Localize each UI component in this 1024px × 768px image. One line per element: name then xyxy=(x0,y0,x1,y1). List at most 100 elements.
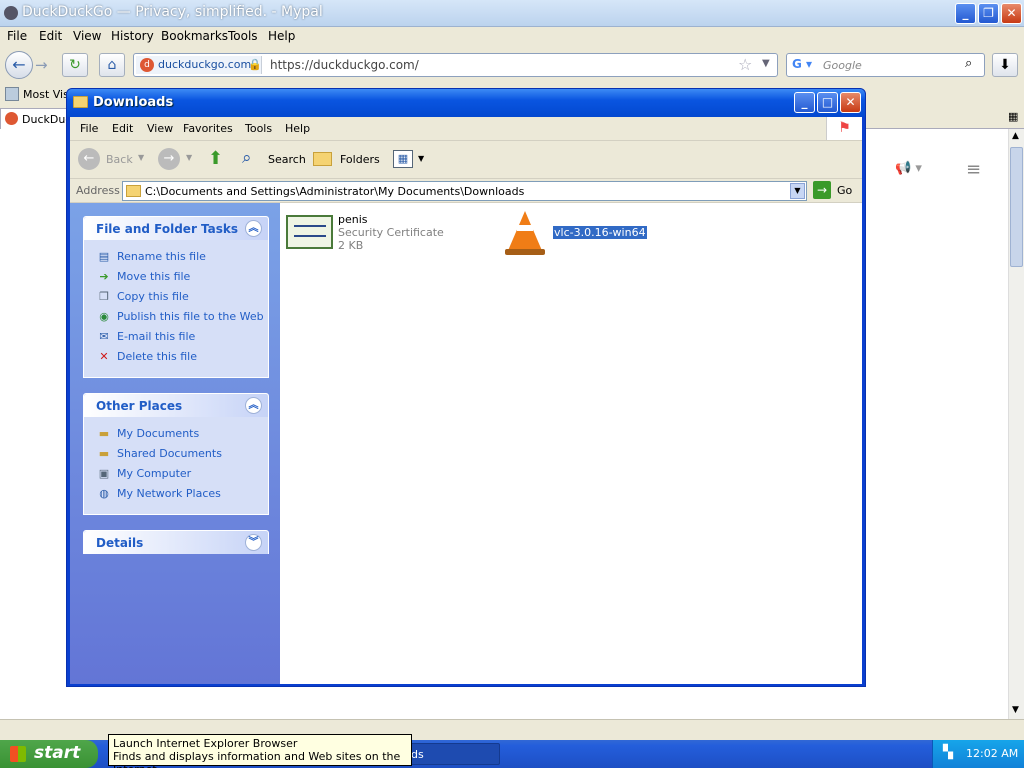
home-icon[interactable]: ⌂ xyxy=(99,53,125,77)
address-path[interactable]: C:\Documents and Settings\Administrator\… xyxy=(145,185,524,198)
tab-duckduckgo[interactable]: DuckDuck xyxy=(0,108,78,129)
tooltip-line1: Launch Internet Explorer Browser xyxy=(113,737,298,750)
lock-icon: 🔒 xyxy=(248,58,262,71)
back-arrow-icon[interactable]: ← xyxy=(5,51,33,79)
forward-arrow-icon[interactable]: → xyxy=(35,56,48,74)
menu-view[interactable]: View xyxy=(73,29,101,43)
url-text[interactable]: https://duckduckgo.com/ xyxy=(270,58,419,72)
browser-title-bar[interactable]: DuckDuckGo — Privacy, simplified. - Mypa… xyxy=(0,0,1024,27)
other-places-header[interactable]: Other Places ︽ xyxy=(84,394,268,417)
scroll-up-icon[interactable]: ▲ xyxy=(1012,131,1019,141)
menu-history[interactable]: History xyxy=(111,29,154,43)
address-dropdown-icon[interactable]: ▼ xyxy=(790,183,805,199)
menu-bookmarks[interactable]: Bookmarks xyxy=(161,29,228,43)
ex-menu-help[interactable]: Help xyxy=(285,122,310,135)
menu-edit[interactable]: Edit xyxy=(39,29,62,43)
megaphone-icon[interactable]: 📢 ▾ xyxy=(895,161,922,176)
network-globe-icon: ◍ xyxy=(99,487,109,500)
globe-icon: ◉ xyxy=(99,310,109,323)
close-button[interactable]: ✕ xyxy=(1001,3,1022,24)
move-icon: ➔ xyxy=(99,270,109,283)
up-folder-icon[interactable]: ⬆ xyxy=(208,148,223,169)
search-button[interactable]: ⌕ Search xyxy=(242,148,308,171)
menu-file[interactable]: File xyxy=(7,29,27,43)
task-pane: File and Folder Tasks ︽ ▤ Rename this fil… xyxy=(70,203,280,684)
explorer-maximize-button[interactable]: □ xyxy=(817,92,838,113)
expand-chevron-icon[interactable]: ︾ xyxy=(245,534,262,551)
place-network[interactable]: ◍ My Network Places xyxy=(96,487,266,505)
menu-help[interactable]: Help xyxy=(268,29,295,43)
scroll-down-icon[interactable]: ▼ xyxy=(1012,705,1019,715)
collapse-chevron-icon[interactable]: ︽ xyxy=(245,220,262,237)
task-delete[interactable]: ✕ Delete this file xyxy=(96,350,266,368)
most-visited-bookmark[interactable]: Most Visi xyxy=(23,88,72,101)
place-my-documents[interactable]: ▬ My Documents xyxy=(96,427,266,445)
task-email-label: E-mail this file xyxy=(117,330,196,343)
task-rename[interactable]: ▤ Rename this file xyxy=(96,250,266,268)
explorer-title-bar[interactable]: Downloads _ □ ✕ xyxy=(67,89,865,117)
search-bar[interactable]: G ▾ Google ⌕ xyxy=(786,53,985,77)
minimize-button[interactable]: _ xyxy=(955,3,976,24)
task-email[interactable]: ✉ E-mail this file xyxy=(96,330,266,348)
start-button[interactable]: start xyxy=(0,740,98,768)
address-field[interactable]: C:\Documents and Settings\Administrator\… xyxy=(122,181,807,201)
menu-tools[interactable]: Tools xyxy=(228,29,258,43)
start-label: start xyxy=(34,743,81,763)
ex-menu-favorites[interactable]: Favorites xyxy=(183,122,233,135)
download-icon[interactable]: ⬇ xyxy=(992,53,1018,77)
url-bar[interactable]: d duckduckgo.com 🔒 https://duckduckgo.co… xyxy=(133,53,778,77)
task-copy-label: Copy this file xyxy=(117,290,189,303)
folders-button[interactable]: Folders xyxy=(313,149,383,171)
taskbar-item-label: ds xyxy=(411,748,424,761)
google-engine-icon[interactable]: G ▾ xyxy=(792,57,812,71)
explorer-close-button[interactable]: ✕ xyxy=(840,92,861,113)
back-button[interactable]: ← Back ▼ xyxy=(78,148,148,172)
views-button[interactable]: ▦ ▼ xyxy=(393,149,429,171)
network-tray-icon[interactable]: ▚ xyxy=(943,745,953,760)
task-move[interactable]: ➔ Move this file xyxy=(96,270,266,288)
search-placeholder: Google xyxy=(823,59,862,72)
windows-flag-icon: ⚑ xyxy=(826,117,862,140)
file-tasks-header[interactable]: File and Folder Tasks ︽ xyxy=(84,217,268,240)
tooltip: Launch Internet Explorer Browser Finds a… xyxy=(108,734,412,768)
tooltip-line2: Finds and displays information and Web s… xyxy=(113,750,401,768)
address-label: Address xyxy=(76,184,120,197)
vlc-cone-stripe-icon xyxy=(517,225,533,231)
task-publish[interactable]: ◉ Publish this file to the Web xyxy=(96,310,266,328)
file-item[interactable]: penis Security Certificate 2 KB xyxy=(286,211,486,255)
magnifier-icon: ⌕ xyxy=(242,148,252,168)
forward-button[interactable]: → ▼ xyxy=(158,148,198,172)
ex-menu-tools[interactable]: Tools xyxy=(245,122,272,135)
place-my-computer[interactable]: ▣ My Computer xyxy=(96,467,266,485)
ex-menu-edit[interactable]: Edit xyxy=(112,122,133,135)
clock[interactable]: 12:02 AM xyxy=(966,747,1018,760)
explorer-title: Downloads xyxy=(93,95,174,110)
file-item[interactable]: vlc-3.0.16-win64 xyxy=(505,211,705,259)
place-shared-documents[interactable]: ▬ Shared Documents xyxy=(96,447,266,465)
details-header[interactable]: Details ︾ xyxy=(84,531,268,554)
ex-menu-file[interactable]: File xyxy=(80,122,98,135)
restore-button[interactable]: ❐ xyxy=(978,3,999,24)
bookmark-star-icon[interactable]: ☆ xyxy=(738,55,752,74)
forward-dropdown-icon[interactable]: ▼ xyxy=(186,153,192,162)
tab-list-icon[interactable]: ▦ xyxy=(1008,110,1018,123)
vlc-cone-icon xyxy=(507,211,543,253)
back-circle-icon: ← xyxy=(78,148,100,170)
place-my-computer-label: My Computer xyxy=(117,467,192,480)
go-button[interactable]: → Go xyxy=(813,181,857,201)
reload-icon[interactable]: ↻ xyxy=(62,53,88,77)
ex-menu-view[interactable]: View xyxy=(147,122,173,135)
task-copy[interactable]: ❐ Copy this file xyxy=(96,290,266,308)
site-identity-box[interactable]: d duckduckgo.com 🔒 xyxy=(136,56,262,74)
explorer-minimize-button[interactable]: _ xyxy=(794,92,815,113)
identity-host: duckduckgo.com xyxy=(158,58,252,71)
collapse-chevron-icon[interactable]: ︽ xyxy=(245,397,262,414)
hamburger-menu-icon[interactable]: ≡ xyxy=(966,159,981,180)
search-magnifier-icon[interactable]: ⌕ xyxy=(965,56,972,71)
back-dropdown-icon[interactable]: ▼ xyxy=(138,153,144,162)
scrollbar-thumb[interactable] xyxy=(1010,147,1023,267)
url-dropdown-icon[interactable]: ▼ xyxy=(762,58,770,69)
back-label: Back xyxy=(106,153,133,166)
folder-icon: ▬ xyxy=(98,427,110,440)
task-move-label: Move this file xyxy=(117,270,191,283)
